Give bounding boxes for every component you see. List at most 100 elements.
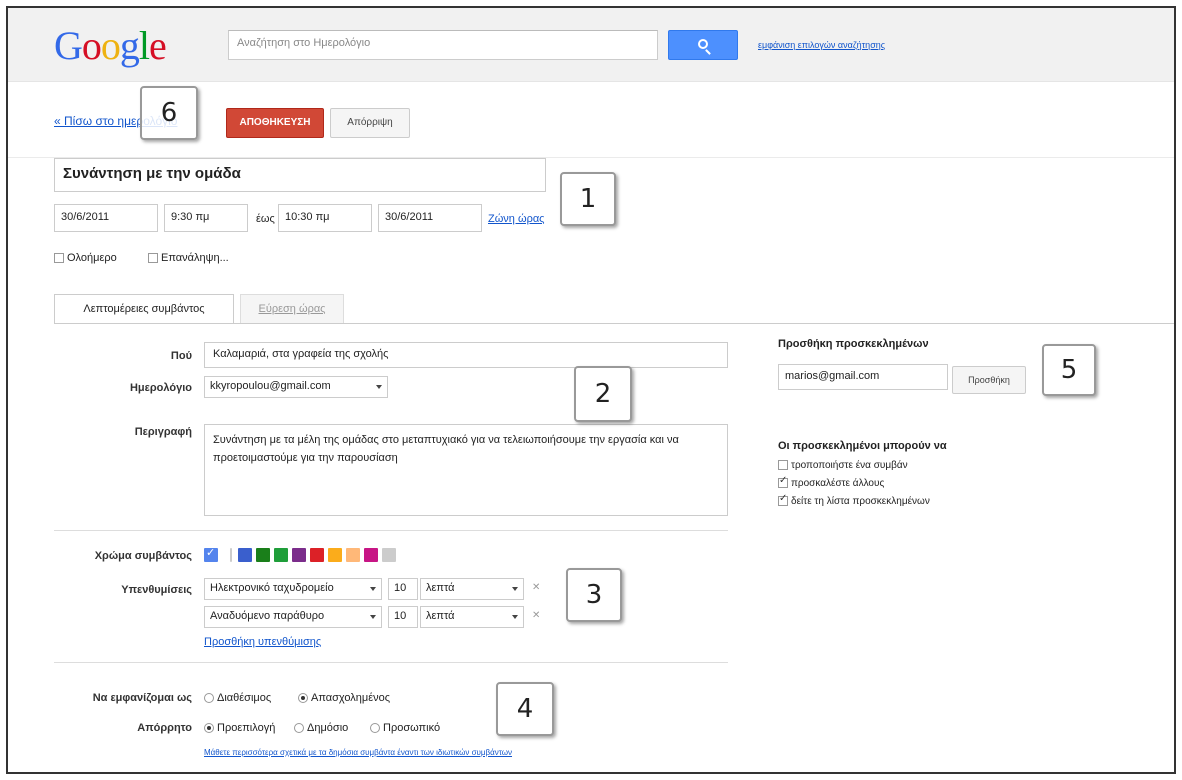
all-day-option[interactable]: Ολοήμερο [54, 252, 117, 264]
guest-permissions-title: Οι προσκεκλημένοι μπορούν να [778, 440, 947, 452]
show-as-available-option[interactable]: Διαθέσιμος [204, 692, 271, 704]
swatch-separator [230, 548, 232, 562]
repeat-label: Επανάληψη... [161, 252, 229, 264]
default-label: Προεπιλογή [217, 722, 276, 734]
tab-event-details[interactable]: Λεπτομέρειες συμβάντος [54, 294, 234, 324]
reminder-unit-value: λεπτά [426, 582, 455, 594]
radio-busy[interactable] [298, 693, 308, 704]
search-icon [698, 39, 708, 49]
repeat-checkbox[interactable] [148, 253, 158, 264]
modify-checkbox[interactable] [778, 460, 788, 471]
guest-email-input[interactable]: marios@gmail.com [778, 364, 948, 390]
permission-modify[interactable]: τροποποιήστε ένα συμβάν [778, 460, 908, 471]
repeat-option[interactable]: Επανάληψη... [148, 252, 229, 264]
reminder-unit-select[interactable]: λεπτά [420, 578, 524, 600]
reminder-method-value: Αναδυόμενο παράθυρο [210, 610, 325, 622]
private-label: Προσωπικό [383, 722, 441, 734]
search-options-link[interactable]: εμφάνιση επιλογών αναζήτησης [758, 40, 885, 50]
see-list-checkbox[interactable] [778, 493, 788, 507]
remove-reminder-icon[interactable]: ✕ [532, 582, 540, 593]
reminder-unit-select[interactable]: λεπτά [420, 606, 524, 628]
reminder-method-select[interactable]: Ηλεκτρονικό ταχυδρομείο [204, 578, 382, 600]
section-divider [54, 530, 728, 531]
busy-label: Απασχολημένος [311, 692, 391, 704]
where-input[interactable]: Καλαμαριά, στα γραφεία της σχολής [204, 342, 728, 368]
all-day-checkbox[interactable] [54, 253, 64, 264]
tab-find-time[interactable]: Εύρεση ώρας [240, 294, 344, 324]
chevron-down-icon [370, 587, 376, 591]
reminder-unit-value: λεπτά [426, 610, 455, 622]
reminder-method-value: Ηλεκτρονικό ταχυδρομείο [210, 582, 334, 594]
reminder-method-select[interactable]: Αναδυόμενο παράθυρο [204, 606, 382, 628]
privacy-label: Απόρρητο [137, 722, 192, 734]
search-button[interactable] [668, 30, 738, 60]
radio-private[interactable] [370, 723, 380, 734]
logo-letter: G [54, 23, 83, 68]
color-swatch[interactable] [238, 548, 252, 562]
reminder-value: 10 [394, 610, 407, 622]
end-time-input[interactable]: 10:30 πμ [278, 204, 372, 232]
permission-see-list[interactable]: δείτε τη λίστα προσκεκλημένων [778, 493, 930, 507]
logo-letter: g [119, 23, 140, 68]
color-swatch[interactable] [310, 548, 324, 562]
all-day-label: Ολοήμερο [67, 252, 117, 264]
add-reminder-link[interactable]: Προσθήκη υπενθύμισης [204, 636, 321, 648]
show-as-busy-option[interactable]: Απασχολημένος [298, 692, 390, 704]
privacy-learn-more-link[interactable]: Μάθετε περισσότερα σχετικά με τα δημόσια… [204, 748, 512, 757]
calendar-label: Ημερολόγιο [129, 382, 192, 394]
event-color-label: Χρώμα συμβάντος [94, 550, 192, 562]
permission-invite[interactable]: προσκαλέστε άλλους [778, 475, 884, 489]
discard-button[interactable]: Απόρριψη [330, 108, 410, 138]
start-time-input[interactable]: 9:30 πμ [164, 204, 248, 232]
end-date-input[interactable]: 30/6/2011 [378, 204, 482, 232]
description-label: Περιγραφή [134, 426, 192, 438]
color-swatch[interactable] [328, 548, 342, 562]
color-swatch[interactable] [274, 548, 288, 562]
search-input[interactable]: Αναζήτηση στο Ημερολόγιο [228, 30, 658, 60]
add-guest-button[interactable]: Προσθήκη [952, 366, 1026, 394]
radio-default[interactable] [204, 723, 214, 734]
annotation-badge-1: 1 [560, 172, 616, 226]
color-swatch-selected[interactable]: ✓ [204, 547, 218, 562]
google-logo[interactable]: Google [54, 23, 167, 68]
save-button[interactable]: ΑΠΟΘΗΚΕΥΣΗ [226, 108, 324, 138]
tab-divider [54, 323, 1174, 324]
color-swatch[interactable] [346, 548, 360, 562]
privacy-private-option[interactable]: Προσωπικό [370, 722, 440, 734]
calendar-event-editor: Google Αναζήτηση στο Ημερολόγιο εμφάνιση… [6, 6, 1176, 774]
logo-letter: o [81, 23, 102, 68]
add-guests-title: Προσθήκη προσκεκλημένων [778, 338, 929, 350]
radio-available[interactable] [204, 693, 214, 704]
calendar-select-value: kkyropoulou@gmail.com [210, 380, 331, 392]
logo-letter: o [100, 23, 121, 68]
logo-letter: e [149, 23, 167, 68]
event-title-input[interactable]: Συνάντηση με την ομάδα [54, 158, 546, 192]
section-divider [54, 662, 728, 663]
reminder-value-input[interactable]: 10 [388, 578, 418, 600]
logo-letter: l [138, 23, 150, 68]
available-label: Διαθέσιμος [217, 692, 272, 704]
color-swatch[interactable] [292, 548, 306, 562]
public-label: Δημόσιο [307, 722, 349, 734]
permission-label: δείτε τη λίστα προσκεκλημένων [791, 496, 930, 507]
until-label: έως [256, 213, 275, 225]
description-textarea[interactable]: Συνάντηση με τα μέλη της ομάδας στο μετα… [204, 424, 728, 516]
timezone-link[interactable]: Ζώνη ώρας [488, 213, 545, 225]
chevron-down-icon [512, 615, 518, 619]
chevron-down-icon [376, 385, 382, 389]
invite-checkbox[interactable] [778, 475, 788, 489]
chevron-down-icon [370, 615, 376, 619]
color-swatch[interactable] [256, 548, 270, 562]
color-swatch[interactable] [382, 548, 396, 562]
start-date-input[interactable]: 30/6/2011 [54, 204, 158, 232]
reminder-value: 10 [394, 582, 407, 594]
reminder-value-input[interactable]: 10 [388, 606, 418, 628]
privacy-public-option[interactable]: Δημόσιο [294, 722, 348, 734]
top-bar: Google Αναζήτηση στο Ημερολόγιο εμφάνιση… [8, 8, 1174, 82]
chevron-down-icon [512, 587, 518, 591]
color-swatch[interactable] [364, 548, 378, 562]
remove-reminder-icon[interactable]: ✕ [532, 610, 540, 621]
radio-public[interactable] [294, 723, 304, 734]
calendar-select[interactable]: kkyropoulou@gmail.com [204, 376, 388, 398]
privacy-default-option[interactable]: Προεπιλογή [204, 722, 275, 734]
